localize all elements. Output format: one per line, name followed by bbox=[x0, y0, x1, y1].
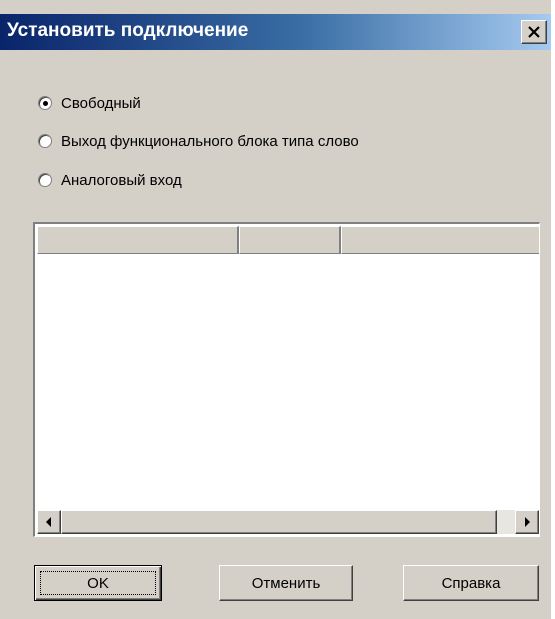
scroll-right-button[interactable] bbox=[515, 510, 539, 534]
close-button[interactable] bbox=[521, 20, 547, 44]
radio-label-fb-word-output: Выход функционального блока типа слово bbox=[61, 132, 359, 150]
horizontal-scrollbar[interactable] bbox=[37, 510, 539, 534]
column-header-2[interactable] bbox=[239, 226, 341, 254]
radio-label-analog-input: Аналоговый вход bbox=[61, 171, 182, 189]
radio-option-fb-word-output[interactable]: Выход функционального блока типа слово bbox=[38, 130, 359, 152]
radio-option-free[interactable]: Свободный bbox=[38, 92, 141, 114]
title-bar[interactable]: Установить подключение bbox=[0, 14, 551, 50]
ok-button[interactable]: OK bbox=[34, 565, 162, 601]
scroll-left-button[interactable] bbox=[37, 510, 61, 534]
cancel-button[interactable]: Отменить bbox=[219, 565, 353, 601]
cancel-button-label: Отменить bbox=[251, 574, 321, 592]
radio-label-free: Свободный bbox=[61, 94, 141, 112]
radio-button-analog-input[interactable] bbox=[38, 173, 52, 187]
help-button-label: Справка bbox=[441, 574, 501, 592]
scroll-thumb[interactable] bbox=[61, 510, 497, 534]
connection-list[interactable] bbox=[33, 222, 540, 537]
column-header-3[interactable] bbox=[341, 226, 539, 254]
arrow-left-icon bbox=[46, 517, 51, 527]
column-header-1[interactable] bbox=[37, 226, 239, 254]
radio-option-analog-input[interactable]: Аналоговый вход bbox=[38, 169, 182, 191]
close-icon bbox=[528, 26, 540, 38]
list-header bbox=[37, 226, 539, 254]
help-button[interactable]: Справка bbox=[403, 565, 539, 601]
dialog-title: Установить подключение bbox=[7, 20, 249, 41]
radio-button-fb-word-output[interactable] bbox=[38, 134, 52, 148]
radio-button-free[interactable] bbox=[38, 96, 52, 110]
arrow-right-icon bbox=[525, 517, 530, 527]
focus-indicator bbox=[40, 571, 156, 595]
connection-dialog: Установить подключение Свободный Выход ф… bbox=[0, 0, 551, 619]
